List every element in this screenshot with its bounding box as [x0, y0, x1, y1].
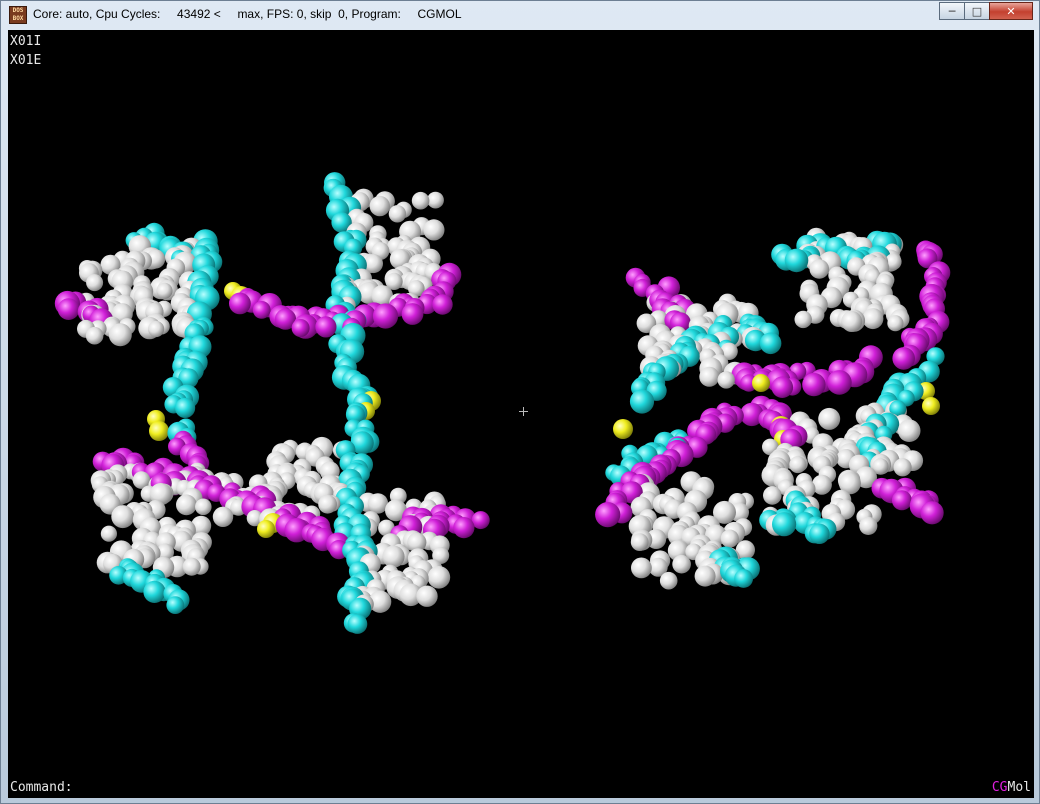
close-button[interactable]: ✕	[989, 2, 1033, 20]
atom-sphere	[156, 282, 173, 299]
atom-sphere	[388, 205, 407, 223]
atom-sphere	[382, 545, 405, 568]
atom-sphere	[629, 389, 655, 414]
dosbox-icon[interactable]: DOS BOX	[9, 6, 27, 24]
atom-sphere	[734, 569, 753, 588]
atom-sphere	[809, 523, 830, 544]
icon-label-top: DOS	[12, 7, 24, 14]
window-controls: ─ □ ✕	[939, 2, 1033, 21]
atom-sphere	[763, 486, 782, 505]
atom-sphere	[453, 517, 475, 539]
atom-sphere	[143, 580, 166, 604]
atom-sphere	[613, 419, 633, 439]
atom-sphere	[920, 501, 944, 525]
atom-sphere	[108, 323, 132, 347]
maximize-button[interactable]: □	[964, 2, 990, 20]
atom-sphere	[862, 308, 884, 330]
atom-sphere	[759, 332, 782, 355]
atom-sphere	[347, 614, 368, 634]
dosbox-window: DOS BOX Core: auto, Cpu Cycles: 43492 < …	[0, 0, 1040, 804]
icon-label-bottom: BOX	[12, 15, 24, 22]
minimize-icon: ─	[948, 4, 956, 18]
atom-sphere	[427, 191, 444, 209]
atom-sphere	[57, 298, 80, 320]
atom-sphere	[86, 274, 104, 292]
brand-cg: CG	[991, 780, 1008, 795]
atom-sphere	[411, 191, 430, 210]
atom-sphere	[291, 319, 310, 337]
atom-sphere	[432, 294, 453, 315]
atom-sphere	[176, 494, 197, 516]
atom-sphere	[827, 370, 852, 395]
atom-sphere	[809, 259, 830, 279]
atom-sphere	[802, 372, 826, 397]
atom-sphere	[85, 326, 104, 345]
atom-sphere	[752, 374, 770, 392]
atom-sphere	[372, 303, 399, 329]
atom-sphere	[182, 557, 201, 576]
maximize-icon: □	[971, 4, 983, 18]
title-bar[interactable]: DOS BOX Core: auto, Cpu Cycles: 43492 < …	[1, 1, 1039, 29]
atom-sphere	[252, 301, 271, 319]
atom-sphere	[195, 498, 212, 516]
atom-sphere	[427, 566, 451, 589]
atom-sphere	[772, 512, 797, 537]
atom-sphere	[631, 557, 652, 579]
atom-sphere	[897, 419, 921, 443]
atom-sphere	[175, 397, 196, 418]
minimize-button[interactable]: ─	[939, 2, 965, 20]
command-label: Command:	[10, 780, 73, 795]
brand-mol: Mol	[1007, 780, 1031, 795]
atom-sphere	[699, 366, 720, 387]
window-title: Core: auto, Cpu Cycles: 43492 < max, FPS…	[33, 7, 462, 21]
atom-sphere	[794, 310, 812, 329]
molecule-label-1: X01I	[10, 34, 42, 49]
atom-sphere	[841, 311, 863, 332]
atom-sphere	[818, 407, 841, 430]
close-icon: ✕	[1006, 4, 1016, 18]
atom-sphere	[423, 219, 445, 241]
atom-sphere	[771, 376, 794, 399]
atom-sphere	[694, 565, 716, 587]
atom-sphere	[717, 371, 735, 389]
atom-sphere	[893, 458, 912, 477]
atom-sphere	[111, 505, 135, 529]
atom-sphere	[166, 596, 185, 614]
molecule-viewport[interactable]: X01I X01E Command: CGMol	[8, 30, 1034, 798]
atom-sphere	[784, 248, 809, 273]
atom-sphere	[257, 520, 275, 538]
atom-sphere	[315, 316, 337, 338]
atom-spheres	[54, 172, 951, 634]
atom-sphere	[659, 571, 678, 590]
atom-sphere	[212, 506, 234, 527]
atom-sphere	[922, 397, 940, 415]
molecule-label-2: X01E	[10, 53, 42, 68]
atom-sphere	[416, 585, 438, 607]
atom-sphere	[630, 533, 649, 551]
crosshair-icon	[519, 407, 528, 416]
atom-sphere	[720, 529, 739, 548]
atom-sphere	[887, 315, 904, 332]
atom-sphere	[148, 320, 165, 338]
atom-sphere	[892, 347, 915, 370]
atom-sphere	[318, 494, 337, 514]
atom-sphere	[229, 292, 251, 315]
cgmol-logo: CGMol	[992, 780, 1031, 795]
command-prompt[interactable]: Command:	[10, 780, 73, 795]
atom-sphere	[789, 456, 807, 474]
atom-sphere	[100, 525, 117, 542]
atom-sphere	[149, 421, 169, 441]
atom-sphere	[595, 502, 621, 528]
atom-sphere	[369, 195, 390, 217]
atom-sphere	[401, 303, 424, 325]
atom-sphere	[891, 490, 912, 511]
atom-sphere	[859, 516, 878, 535]
atom-sphere	[672, 554, 691, 574]
